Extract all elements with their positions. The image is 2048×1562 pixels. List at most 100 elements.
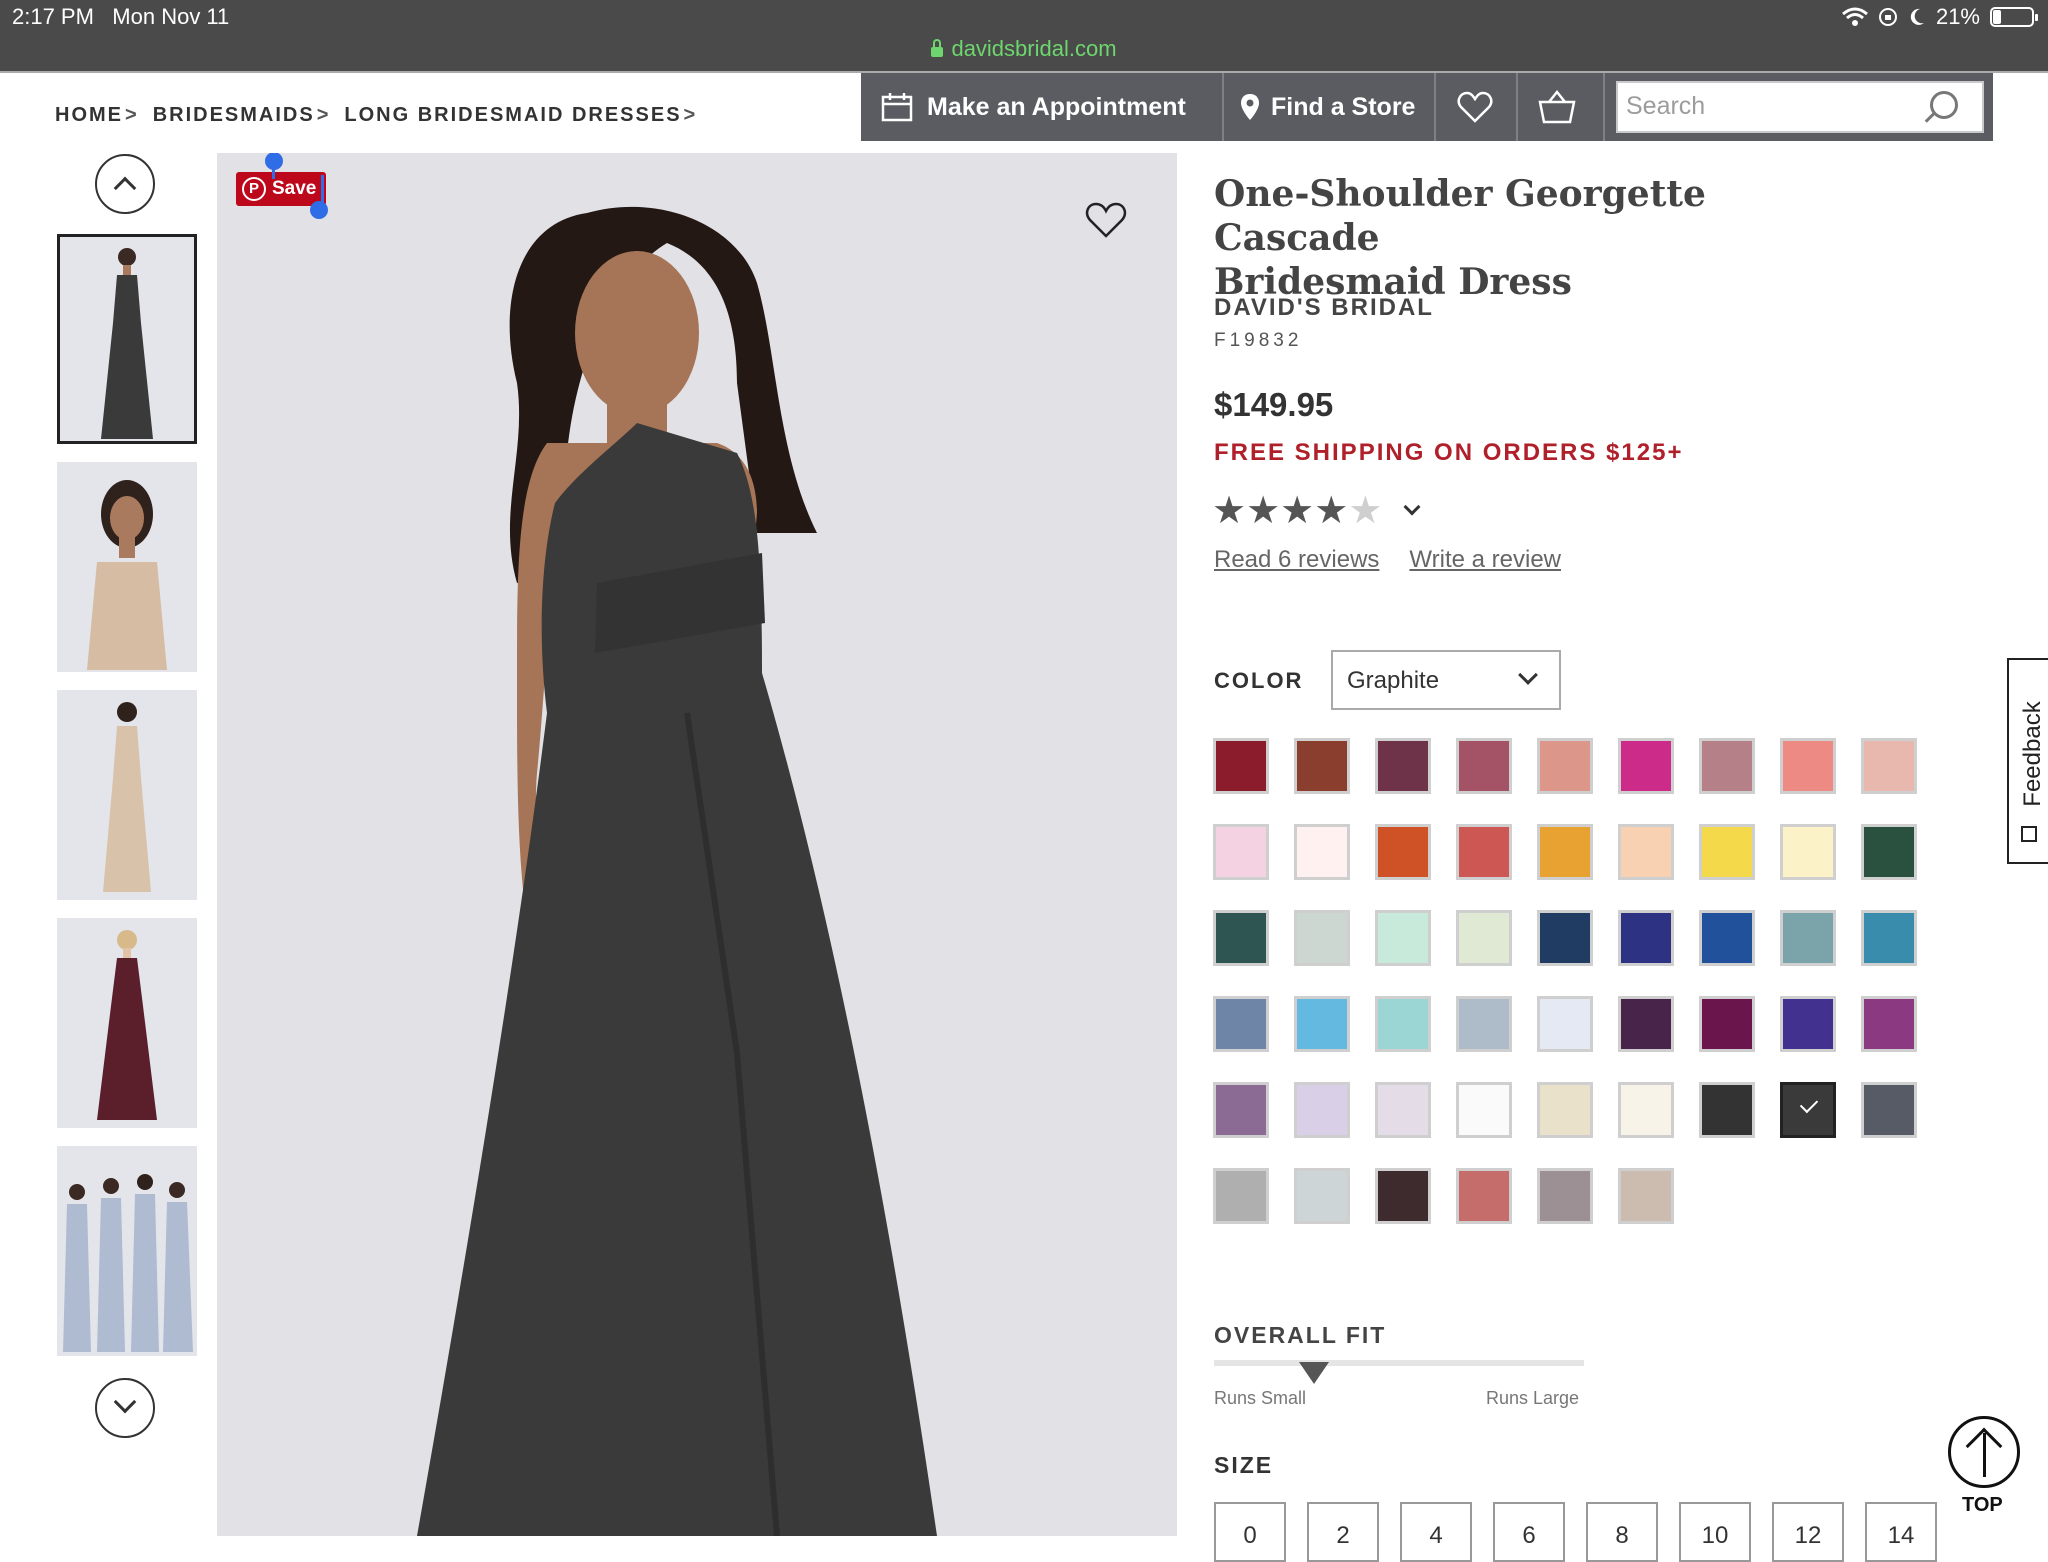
color-swatch[interactable] xyxy=(1294,1082,1350,1138)
color-swatch[interactable] xyxy=(1375,1168,1431,1224)
color-swatch[interactable] xyxy=(1213,910,1269,966)
url-bar[interactable]: davidsbridal.com xyxy=(0,36,2048,62)
color-dropdown[interactable]: Graphite xyxy=(1331,650,1561,710)
color-swatch[interactable] xyxy=(1213,1168,1269,1224)
color-swatch[interactable] xyxy=(1375,738,1431,794)
product-thumbnail-4[interactable] xyxy=(57,918,197,1128)
color-swatch[interactable] xyxy=(1537,1082,1593,1138)
color-swatch[interactable] xyxy=(1618,738,1674,794)
breadcrumb-home[interactable]: HOME > xyxy=(55,104,143,127)
color-swatch[interactable] xyxy=(1537,996,1593,1052)
color-swatch[interactable] xyxy=(1375,824,1431,880)
color-swatch[interactable] xyxy=(1294,996,1350,1052)
breadcrumb-long-bridesmaid-dresses[interactable]: LONG BRIDESMAID DRESSES > xyxy=(344,104,701,127)
color-swatch[interactable] xyxy=(1537,1168,1593,1224)
color-swatch[interactable] xyxy=(1537,824,1593,880)
color-swatch[interactable] xyxy=(1780,1082,1836,1138)
back-to-top-button[interactable] xyxy=(1948,1416,2020,1488)
size-option-8[interactable]: 8 xyxy=(1586,1502,1658,1562)
main-product-image[interactable]: P Save xyxy=(217,153,1177,1536)
battery-percent: 21% xyxy=(1935,4,1980,29)
color-swatch[interactable] xyxy=(1618,824,1674,880)
overall-fit-label: OVERALL FIT xyxy=(1214,1322,1387,1348)
size-option-12[interactable]: 12 xyxy=(1772,1502,1844,1562)
color-swatch[interactable] xyxy=(1618,910,1674,966)
size-option-6[interactable]: 6 xyxy=(1493,1502,1565,1562)
color-swatch[interactable] xyxy=(1618,1082,1674,1138)
color-swatch[interactable] xyxy=(1861,910,1917,966)
color-swatch[interactable] xyxy=(1456,1168,1512,1224)
color-swatch[interactable] xyxy=(1456,910,1512,966)
color-swatch[interactable] xyxy=(1456,1082,1512,1138)
product-thumbnail-1[interactable] xyxy=(57,234,197,444)
color-swatch[interactable] xyxy=(1780,910,1836,966)
color-swatch[interactable] xyxy=(1861,996,1917,1052)
back-to-top-label[interactable]: TOP xyxy=(1962,1494,2003,1517)
color-swatch[interactable] xyxy=(1780,738,1836,794)
product-thumbnail-2[interactable] xyxy=(57,462,197,672)
feedback-label: Feedback xyxy=(2019,701,2046,807)
appointment-label: Make an Appointment xyxy=(927,92,1186,121)
color-swatch[interactable] xyxy=(1213,1082,1269,1138)
thumbnail-scroll-up-button[interactable] xyxy=(95,154,155,214)
chevron-down-icon[interactable] xyxy=(1403,498,1421,515)
selection-handle-end[interactable] xyxy=(310,201,328,219)
thumbnail-dress xyxy=(87,562,167,670)
color-swatch[interactable] xyxy=(1213,824,1269,880)
pinterest-save-button[interactable]: P Save xyxy=(236,172,326,206)
color-swatch[interactable] xyxy=(1699,738,1755,794)
breadcrumb-bridesmaids[interactable]: BRIDESMAIDS > xyxy=(153,104,335,127)
thumbnail-dress xyxy=(101,275,153,439)
find-store-button[interactable]: Find a Store xyxy=(1239,73,1415,141)
color-swatch[interactable] xyxy=(1780,824,1836,880)
color-swatch[interactable] xyxy=(1699,824,1755,880)
color-swatch[interactable] xyxy=(1780,996,1836,1052)
color-swatch[interactable] xyxy=(1213,996,1269,1052)
size-option-14[interactable]: 14 xyxy=(1865,1502,1937,1562)
thumbnail-scroll-down-button[interactable] xyxy=(95,1378,155,1438)
color-swatch[interactable] xyxy=(1861,738,1917,794)
color-swatch[interactable] xyxy=(1213,738,1269,794)
write-review-link[interactable]: Write a review xyxy=(1409,546,1561,574)
favorite-heart-icon[interactable] xyxy=(1085,201,1127,239)
size-option-4[interactable]: 4 xyxy=(1400,1502,1472,1562)
product-thumbnail-3[interactable] xyxy=(57,690,197,900)
color-swatch[interactable] xyxy=(1537,738,1593,794)
color-swatch[interactable] xyxy=(1861,1082,1917,1138)
color-swatch[interactable] xyxy=(1618,1168,1674,1224)
rating-stars[interactable]: ★ ★ ★ ★ ★ xyxy=(1212,488,1421,533)
color-swatch[interactable] xyxy=(1294,738,1350,794)
size-option-2[interactable]: 2 xyxy=(1307,1502,1379,1562)
search-input[interactable] xyxy=(1618,83,1908,129)
read-reviews-link[interactable]: Read 6 reviews xyxy=(1214,546,1379,574)
color-swatch[interactable] xyxy=(1861,824,1917,880)
color-swatch[interactable] xyxy=(1375,1082,1431,1138)
feedback-tab[interactable]: Feedback xyxy=(2007,658,2048,864)
color-swatch[interactable] xyxy=(1699,996,1755,1052)
size-option-0[interactable]: 0 xyxy=(1214,1502,1286,1562)
color-swatch[interactable] xyxy=(1294,1168,1350,1224)
color-swatch[interactable] xyxy=(1456,996,1512,1052)
wishlist-button[interactable] xyxy=(1457,73,1493,141)
color-swatch[interactable] xyxy=(1699,1082,1755,1138)
fit-scale-track xyxy=(1214,1360,1584,1366)
product-thumbnail-5[interactable] xyxy=(57,1146,197,1356)
nav-divider xyxy=(1222,73,1224,141)
color-swatch[interactable] xyxy=(1456,824,1512,880)
size-option-10[interactable]: 10 xyxy=(1679,1502,1751,1562)
thumbnail-figure xyxy=(103,702,151,892)
color-swatch[interactable] xyxy=(1375,910,1431,966)
color-swatch[interactable] xyxy=(1294,824,1350,880)
color-swatch[interactable] xyxy=(1537,910,1593,966)
color-swatch[interactable] xyxy=(1375,996,1431,1052)
product-sku: F19832 xyxy=(1214,330,1303,351)
color-swatch[interactable] xyxy=(1294,910,1350,966)
color-swatch[interactable] xyxy=(1456,738,1512,794)
color-swatch[interactable] xyxy=(1618,996,1674,1052)
color-swatch[interactable] xyxy=(1699,910,1755,966)
make-appointment-button[interactable]: Make an Appointment xyxy=(881,73,1186,141)
thumbnail-dress xyxy=(103,726,151,892)
search-icon[interactable] xyxy=(1930,91,1958,119)
breadcrumb: HOME > BRIDESMAIDS > LONG BRIDESMAID DRESS… xyxy=(55,104,701,127)
cart-button[interactable] xyxy=(1537,73,1577,141)
